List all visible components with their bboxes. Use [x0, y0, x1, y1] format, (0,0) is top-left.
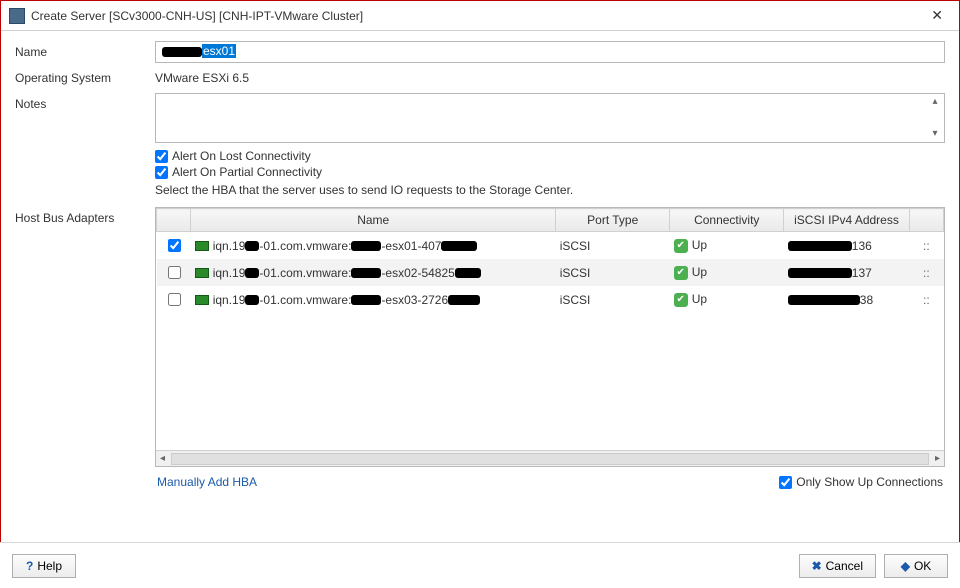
hba-table: Name Port Type Connectivity iSCSI IPv4 A… — [155, 207, 945, 467]
alert-partial-check-input[interactable] — [155, 166, 168, 179]
notes-textarea[interactable]: ▴ ▾ — [155, 93, 945, 143]
row-port-cell: iSCSI — [556, 286, 670, 313]
os-label: Operating System — [15, 67, 155, 85]
col-extra-header[interactable] — [909, 209, 943, 232]
redacted-segment — [788, 295, 860, 305]
row-name-cell: iqn.19-01.com.vmware:-esx03-2726 — [191, 286, 556, 313]
hba-hint: Select the HBA that the server uses to s… — [155, 183, 945, 197]
table-row[interactable]: iqn.19-01.com.vmware:-esx02-54825iSCSI✔U… — [157, 259, 944, 286]
col-name-header[interactable]: Name — [191, 209, 556, 232]
redacted-segment — [162, 47, 202, 57]
redacted-segment — [351, 295, 381, 305]
hba-hscroll[interactable]: ◂ ▸ — [156, 450, 944, 466]
cancel-button[interactable]: ✖ Cancel — [799, 554, 876, 578]
row-name-cell: iqn.19-01.com.vmware:-esx02-54825 — [191, 259, 556, 286]
scroll-left-icon[interactable]: ◂ — [156, 453, 169, 464]
row-name-text: iqn.19 — [213, 266, 246, 280]
row-port-cell: iSCSI — [556, 259, 670, 286]
app-icon — [9, 8, 25, 24]
row-name-text: iqn.19 — [213, 293, 246, 307]
close-button[interactable]: ✕ — [923, 3, 951, 28]
titlebar: Create Server [SCv3000-CNH-US] [CNH-IPT-… — [1, 1, 959, 31]
hba-icon — [195, 268, 209, 278]
only-up-check-input[interactable] — [779, 476, 792, 489]
row-checkbox[interactable] — [168, 293, 181, 306]
table-row[interactable]: iqn.19-01.com.vmware:-esx01-407iSCSI✔Up1… — [157, 232, 944, 260]
cancel-button-label: Cancel — [826, 559, 863, 573]
col-check-header[interactable] — [157, 209, 191, 232]
row-checkbox-cell[interactable] — [157, 232, 191, 260]
row-ip-cell: 136 — [784, 232, 909, 260]
name-label: Name — [15, 41, 155, 59]
redacted-segment — [448, 295, 480, 305]
hba-label: Host Bus Adapters — [15, 207, 155, 225]
notes-scrollbar[interactable]: ▴ ▾ — [927, 95, 943, 141]
name-input-selection: esx01 — [202, 44, 236, 58]
redacted-segment — [455, 268, 481, 278]
help-button-label: Help — [37, 559, 62, 573]
scroll-track[interactable] — [171, 453, 929, 465]
only-up-checkbox[interactable]: Only Show Up Connections — [779, 475, 943, 489]
row-connectivity-cell: ✔Up — [670, 286, 784, 313]
redacted-segment — [351, 241, 381, 251]
row-ip-cell: 137 — [784, 259, 909, 286]
window-title: Create Server [SCv3000-CNH-US] [CNH-IPT-… — [31, 9, 923, 23]
redacted-segment — [441, 241, 477, 251]
check-icon: ✔ — [674, 239, 688, 253]
redacted-segment — [351, 268, 381, 278]
redacted-segment — [245, 295, 259, 305]
check-icon: ✔ — [674, 293, 688, 307]
scroll-right-icon[interactable]: ▸ — [931, 453, 944, 464]
redacted-segment — [245, 241, 259, 251]
row-checkbox-cell[interactable] — [157, 259, 191, 286]
row-extra-cell: :: — [909, 286, 943, 313]
row-extra-cell: :: — [909, 259, 943, 286]
redacted-segment — [788, 268, 852, 278]
row-checkbox-cell[interactable] — [157, 286, 191, 313]
alert-lost-label: Alert On Lost Connectivity — [172, 149, 311, 163]
scroll-down-icon[interactable]: ▾ — [927, 127, 943, 141]
name-input[interactable]: esx01 — [155, 41, 945, 63]
button-bar: ? Help ✖ Cancel ◆ OK — [0, 542, 960, 588]
table-row[interactable]: iqn.19-01.com.vmware:-esx03-2726iSCSI✔Up… — [157, 286, 944, 313]
hba-icon — [195, 295, 209, 305]
col-ip-header[interactable]: iSCSI IPv4 Address — [784, 209, 909, 232]
alert-partial-label: Alert On Partial Connectivity — [172, 165, 322, 179]
hba-icon — [195, 241, 209, 251]
ok-button-label: OK — [914, 559, 931, 573]
check-icon: ✔ — [674, 266, 688, 280]
manual-add-hba-link[interactable]: Manually Add HBA — [157, 475, 257, 489]
row-name-text: iqn.19 — [213, 239, 246, 253]
os-value: VMware ESXi 6.5 — [155, 67, 945, 89]
row-port-cell: iSCSI — [556, 232, 670, 260]
row-checkbox[interactable] — [168, 266, 181, 279]
alert-lost-check-input[interactable] — [155, 150, 168, 163]
redacted-segment — [788, 241, 852, 251]
cancel-icon: ✖ — [812, 559, 822, 573]
help-button[interactable]: ? Help — [12, 554, 76, 578]
only-up-label: Only Show Up Connections — [796, 475, 943, 489]
row-extra-cell: :: — [909, 232, 943, 260]
row-checkbox[interactable] — [168, 239, 181, 252]
notes-label: Notes — [15, 93, 155, 111]
row-connectivity-cell: ✔Up — [670, 232, 784, 260]
col-port-header[interactable]: Port Type — [556, 209, 670, 232]
redacted-segment — [245, 268, 259, 278]
ok-icon: ◆ — [901, 559, 910, 573]
alert-partial-checkbox[interactable]: Alert On Partial Connectivity — [155, 165, 945, 179]
help-icon: ? — [26, 559, 33, 573]
dialog-content: Name esx01 Operating System VMware ESXi … — [1, 31, 959, 541]
scroll-up-icon[interactable]: ▴ — [927, 95, 943, 109]
row-name-cell: iqn.19-01.com.vmware:-esx01-407 — [191, 232, 556, 260]
col-conn-header[interactable]: Connectivity — [670, 209, 784, 232]
row-connectivity-cell: ✔Up — [670, 259, 784, 286]
alert-lost-checkbox[interactable]: Alert On Lost Connectivity — [155, 149, 945, 163]
ok-button[interactable]: ◆ OK — [884, 554, 948, 578]
row-ip-cell: 38 — [784, 286, 909, 313]
